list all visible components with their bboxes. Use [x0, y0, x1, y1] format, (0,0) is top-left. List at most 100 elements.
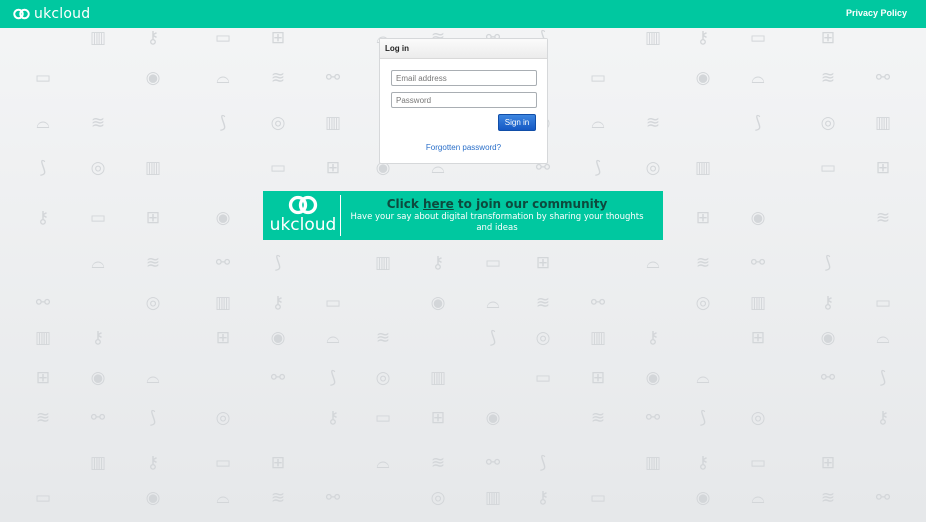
laptop-icon: ▭ — [34, 488, 52, 508]
ukcloud-logo-icon — [13, 8, 30, 20]
community-banner[interactable]: ukcloud Click here to join our community… — [263, 191, 663, 240]
bicycle-icon: ⚯ — [35, 293, 51, 313]
bicycle-icon: ⚯ — [590, 293, 606, 313]
building-icon: ▥ — [214, 293, 232, 313]
bicycle-icon: ⚯ — [325, 68, 341, 88]
join-community-link[interactable]: here — [423, 197, 454, 211]
target-icon: ◉ — [645, 368, 661, 388]
laptop-icon: ▭ — [484, 253, 502, 273]
building-icon: ▥ — [89, 453, 107, 473]
chart-icon: ≋ — [875, 208, 891, 228]
target-icon: ◉ — [485, 408, 501, 428]
globe-icon: ◎ — [90, 158, 106, 178]
bicycle-icon: ⚯ — [875, 68, 891, 88]
building-icon: ▥ — [644, 453, 662, 473]
bicycle-icon: ⚯ — [485, 453, 501, 473]
globe-icon: ◎ — [535, 328, 551, 348]
building-icon: ▥ — [144, 158, 162, 178]
medkit-icon: ⊞ — [875, 158, 891, 178]
globe-icon: ◎ — [695, 293, 711, 313]
building-icon: ▥ — [324, 113, 342, 133]
medkit-icon: ⊞ — [820, 453, 836, 473]
banner-headline: Click here to join our community — [347, 197, 647, 211]
ukcloud-logo[interactable]: ukcloud — [13, 5, 90, 23]
chart-icon: ≋ — [90, 113, 106, 133]
laptop-icon: ▭ — [819, 158, 837, 178]
laptop-icon: ▭ — [749, 453, 767, 473]
medkit-icon: ⊞ — [820, 28, 836, 48]
key-icon: ⚷ — [821, 293, 835, 313]
key-icon: ⚷ — [146, 28, 160, 48]
key-icon: ⚷ — [646, 328, 660, 348]
privacy-policy-link[interactable]: Privacy Policy — [846, 8, 907, 18]
car-icon: ⌓ — [751, 488, 765, 508]
key-icon: ⚷ — [431, 253, 445, 273]
banner-logo-text: ukcloud — [269, 215, 337, 235]
laptop-icon: ▭ — [34, 68, 52, 88]
top-bar: ukcloud Privacy Policy — [0, 0, 926, 28]
dna-icon: ⟆ — [594, 158, 602, 178]
target-icon: ◉ — [145, 68, 161, 88]
car-icon: ⌓ — [146, 368, 160, 388]
dna-icon: ⟆ — [39, 158, 47, 178]
ukcloud-banner-logo-icon — [288, 195, 318, 215]
chart-icon: ≋ — [820, 488, 836, 508]
target-icon: ◉ — [750, 208, 766, 228]
login-panel: Log in Sign in Forgotten password? — [379, 38, 548, 164]
key-icon: ⚷ — [326, 408, 340, 428]
building-icon: ▥ — [374, 253, 392, 273]
dna-icon: ⟆ — [149, 408, 157, 428]
globe-icon: ◎ — [375, 368, 391, 388]
key-icon: ⚷ — [271, 293, 285, 313]
banner-subtext: Have your say about digital transformati… — [350, 212, 644, 233]
chart-icon: ≋ — [695, 253, 711, 273]
logo-text: ukcloud — [34, 6, 91, 22]
building-icon: ▥ — [694, 158, 712, 178]
laptop-icon: ▭ — [749, 28, 767, 48]
chart-icon: ≋ — [820, 68, 836, 88]
medkit-icon: ⊞ — [535, 253, 551, 273]
globe-icon: ◎ — [145, 293, 161, 313]
key-icon: ⚷ — [146, 453, 160, 473]
globe-icon: ◎ — [215, 408, 231, 428]
chart-icon: ≋ — [590, 408, 606, 428]
building-icon: ▥ — [874, 113, 892, 133]
chart-icon: ≋ — [430, 453, 446, 473]
bicycle-icon: ⚯ — [215, 253, 231, 273]
dna-icon: ⟆ — [329, 368, 337, 388]
dna-icon: ⟆ — [699, 408, 707, 428]
key-icon: ⚷ — [536, 488, 550, 508]
globe-icon: ◎ — [270, 113, 286, 133]
medkit-icon: ⊞ — [215, 328, 231, 348]
laptop-icon: ▭ — [589, 488, 607, 508]
car-icon: ⌓ — [376, 453, 390, 473]
medkit-icon: ⊞ — [590, 368, 606, 388]
car-icon: ⌓ — [486, 293, 500, 313]
sign-in-button[interactable]: Sign in — [498, 114, 536, 131]
chart-icon: ≋ — [270, 68, 286, 88]
password-field[interactable] — [391, 92, 537, 108]
building-icon: ▥ — [589, 328, 607, 348]
bicycle-icon: ⚯ — [90, 408, 106, 428]
dna-icon: ⟆ — [274, 253, 282, 273]
bicycle-icon: ⚯ — [875, 488, 891, 508]
car-icon: ⌓ — [326, 328, 340, 348]
building-icon: ▥ — [644, 28, 662, 48]
chart-icon: ≋ — [375, 328, 391, 348]
email-field[interactable] — [391, 70, 537, 86]
laptop-icon: ▭ — [214, 453, 232, 473]
forgotten-password-link[interactable]: Forgotten password? — [380, 143, 547, 152]
key-icon: ⚷ — [696, 28, 710, 48]
globe-icon: ◎ — [430, 488, 446, 508]
building-icon: ▥ — [749, 293, 767, 313]
banner-divider — [340, 195, 341, 236]
car-icon: ⌓ — [646, 253, 660, 273]
medkit-icon: ⊞ — [35, 368, 51, 388]
building-icon: ▥ — [34, 328, 52, 348]
laptop-icon: ▭ — [269, 158, 287, 178]
target-icon: ◉ — [430, 293, 446, 313]
car-icon: ⌓ — [216, 488, 230, 508]
chart-icon: ≋ — [35, 408, 51, 428]
car-icon: ⌓ — [91, 253, 105, 273]
car-icon: ⌓ — [751, 68, 765, 88]
